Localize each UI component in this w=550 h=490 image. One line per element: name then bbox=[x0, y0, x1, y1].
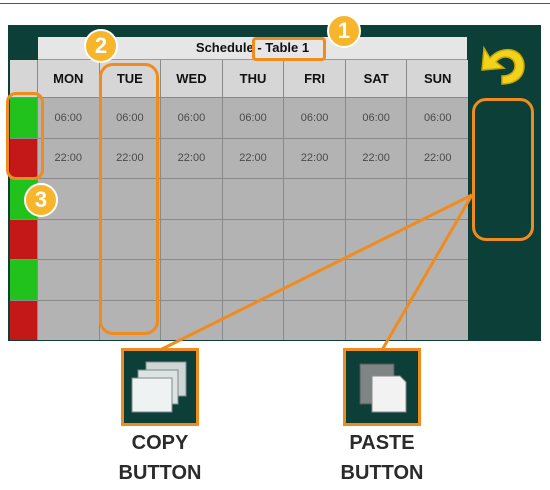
paste-button[interactable] bbox=[343, 348, 421, 426]
copy-button[interactable] bbox=[121, 348, 199, 426]
copy-icon bbox=[131, 361, 187, 413]
marker-2: 2 bbox=[84, 29, 118, 63]
copy-caption-line-1: COPY bbox=[131, 432, 189, 454]
paste-caption-line-2: BUTTON bbox=[340, 462, 424, 484]
copy-caption-line-2: BUTTON bbox=[118, 462, 202, 484]
marker-1: 1 bbox=[327, 14, 361, 48]
callout-lines bbox=[159, 193, 474, 352]
paste-button-caption: PASTE BUTTON bbox=[312, 428, 452, 488]
marker-3: 3 bbox=[24, 183, 58, 217]
paste-icon bbox=[359, 363, 407, 413]
paste-caption-line-1: PASTE bbox=[349, 432, 415, 454]
copy-button-caption: COPY BUTTON bbox=[90, 428, 230, 488]
